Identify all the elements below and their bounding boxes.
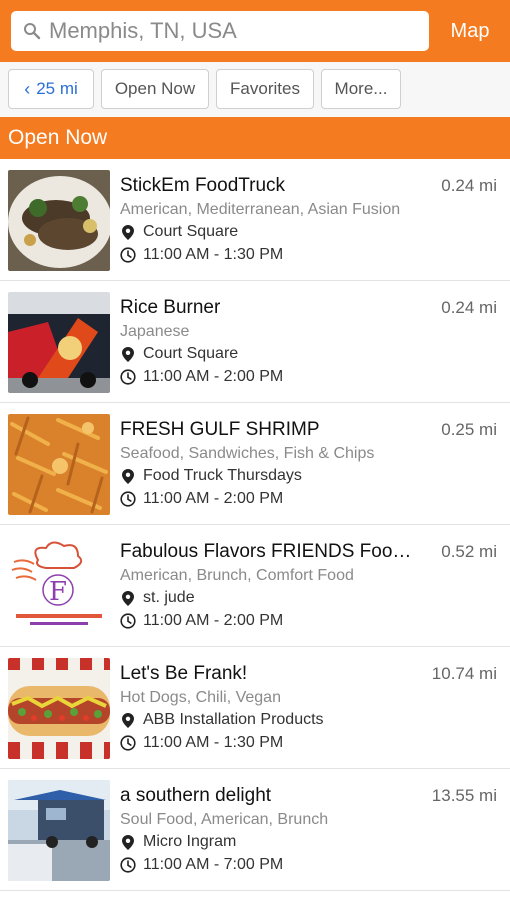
clock-icon [120, 857, 136, 873]
truck-location: ABB Installation Products [120, 711, 324, 729]
truck-distance: 0.24 mi [441, 298, 497, 317]
truck-hours-label: 11:00 AM - 2:00 PM [143, 612, 284, 629]
truck-categories: American, Brunch, Comfort Food [120, 567, 354, 584]
truck-location: Court Square [120, 345, 238, 363]
map-button[interactable]: Map [430, 11, 510, 51]
clock-icon [120, 247, 136, 263]
truck-hours: 11:00 AM - 1:30 PM [120, 246, 283, 264]
truck-categories: Hot Dogs, Chili, Vegan [120, 689, 281, 706]
truck-hours-label: 11:00 AM - 1:30 PM [143, 246, 284, 263]
truck-location-label: Food Truck Thursdays [143, 467, 302, 484]
truck-hours-label: 11:00 AM - 2:00 PM [143, 368, 284, 385]
truck-location-label: Court Square [143, 223, 239, 240]
truck-row[interactable]: StickEm FoodTruck 0.24 mi American, Medi… [0, 159, 510, 281]
truck-location-label: Micro Ingram [143, 833, 237, 850]
location-pin-icon [120, 712, 136, 728]
svg-text:F: F [49, 577, 67, 607]
clock-icon [120, 491, 136, 507]
truck-row[interactable]: a southern delight 13.55 mi Soul Food, A… [0, 769, 510, 891]
truck-thumbnail [8, 414, 110, 515]
open-now-filter-button[interactable]: Open Now [101, 69, 209, 109]
truck-categories: Japanese [120, 323, 190, 340]
truck-hours: 11:00 AM - 7:00 PM [120, 856, 283, 874]
more-filter-button[interactable]: More... [321, 69, 401, 109]
truck-hours: 11:00 AM - 2:00 PM [120, 490, 283, 508]
truck-thumbnail [8, 170, 110, 271]
favorites-filter-button[interactable]: Favorites [216, 69, 314, 109]
truck-name: Rice Burner [120, 297, 221, 318]
truck-row[interactable]: Rice Burner 0.24 mi Japanese Court Squar… [0, 281, 510, 403]
truck-row[interactable]: FRESH GULF SHRIMP 0.25 mi Seafood, Sandw… [0, 403, 510, 525]
distance-filter-button[interactable]: ‹ 25 mi [8, 69, 94, 109]
truck-location-label: st. jude [143, 589, 195, 606]
truck-thumbnail [8, 658, 110, 759]
truck-name: Let's Be Frank! [120, 663, 248, 684]
location-pin-icon [120, 224, 136, 240]
truck-hours-label: 11:00 AM - 2:00 PM [143, 490, 284, 507]
truck-name: a southern delight [120, 785, 272, 806]
clock-icon [120, 613, 136, 629]
truck-categories: Soul Food, American, Brunch [120, 811, 329, 828]
truck-hours-label: 11:00 AM - 1:30 PM [143, 734, 284, 751]
section-header: Open Now [0, 117, 510, 159]
clock-icon [120, 735, 136, 751]
truck-thumbnail [8, 292, 110, 393]
chevron-left-icon: ‹ [24, 78, 31, 99]
search-input[interactable]: Memphis, TN, USA [11, 11, 429, 51]
distance-filter-label: 25 mi [36, 79, 78, 98]
truck-hours-label: 11:00 AM - 7:00 PM [143, 856, 284, 873]
truck-location: st. jude [120, 589, 195, 607]
truck-location: Food Truck Thursdays [120, 467, 302, 485]
location-pin-icon [120, 346, 136, 362]
truck-distance: 13.55 mi [431, 786, 497, 805]
truck-name: StickEm FoodTruck [120, 175, 286, 196]
truck-distance: 0.52 mi [441, 542, 497, 561]
truck-name: Fabulous Flavors FRIENDS Foo… [120, 541, 412, 562]
truck-location: Court Square [120, 223, 238, 241]
truck-location: Micro Ingram [120, 833, 236, 851]
truck-distance: 0.25 mi [441, 420, 497, 439]
location-pin-icon [120, 834, 136, 850]
truck-location-label: ABB Installation Products [143, 711, 324, 728]
truck-hours: 11:00 AM - 1:30 PM [120, 734, 283, 752]
truck-hours: 11:00 AM - 2:00 PM [120, 612, 283, 630]
truck-categories: American, Mediterranean, Asian Fusion [120, 201, 401, 218]
clock-icon [120, 369, 136, 385]
truck-thumbnail [8, 780, 110, 881]
truck-row[interactable]: F Fabulous Flavors FRIENDS Foo… 0.52 mi … [0, 525, 510, 647]
truck-name: FRESH GULF SHRIMP [120, 419, 320, 440]
location-pin-icon [120, 468, 136, 484]
truck-location-label: Court Square [143, 345, 239, 362]
truck-list: StickEm FoodTruck 0.24 mi American, Medi… [0, 159, 510, 891]
truck-categories: Seafood, Sandwiches, Fish & Chips [120, 445, 375, 462]
location-pin-icon [120, 590, 136, 606]
truck-thumbnail: F [8, 536, 110, 637]
top-bar: Memphis, TN, USA Map [0, 0, 510, 62]
search-placeholder: Memphis, TN, USA [49, 18, 237, 43]
truck-distance: 10.74 mi [431, 664, 497, 683]
filter-bar: ‹ 25 mi Open Now Favorites More... [0, 62, 510, 117]
truck-row[interactable]: Let's Be Frank! 10.74 mi Hot Dogs, Chili… [0, 647, 510, 769]
search-icon [17, 22, 47, 40]
truck-distance: 0.24 mi [441, 176, 497, 195]
truck-hours: 11:00 AM - 2:00 PM [120, 368, 283, 386]
